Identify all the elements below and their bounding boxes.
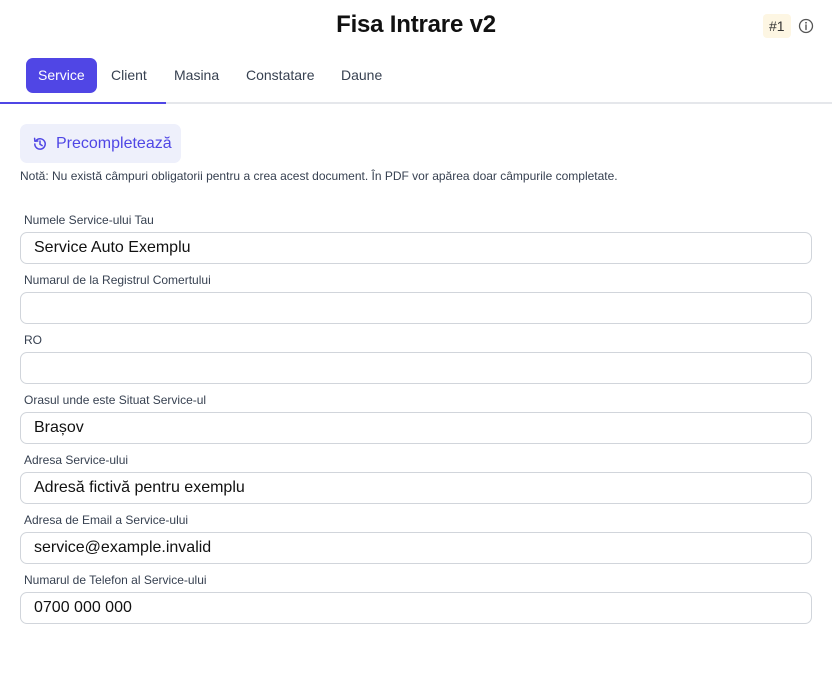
email-label: Adresa de Email a Service-ului — [24, 513, 189, 527]
info-icon[interactable] — [798, 18, 814, 34]
tab-service[interactable]: Service — [26, 58, 97, 93]
header: Fisa Intrare v2 #1 — [0, 0, 832, 52]
history-icon — [33, 137, 46, 150]
tab-daune[interactable]: Daune — [329, 58, 394, 93]
phone-input[interactable] — [20, 592, 812, 624]
prefill-label: Precompletează — [56, 134, 172, 152]
prefill-button[interactable]: Precompletează — [20, 124, 181, 163]
address-input[interactable] — [20, 472, 812, 504]
document-number-badge: #1 — [763, 14, 791, 38]
active-tab-indicator — [0, 102, 166, 104]
trade-register-input[interactable] — [20, 292, 812, 324]
service-name-input[interactable] — [20, 232, 812, 264]
email-input[interactable] — [20, 532, 812, 564]
tab-client[interactable]: Client — [99, 58, 159, 93]
tab-bar: Service Client Masina Constatare Daune — [0, 52, 832, 104]
info-note: Notă: Nu există câmpuri obligatorii pent… — [20, 169, 618, 183]
phone-label: Numarul de Telefon al Service-ului — [24, 573, 207, 587]
trade-register-label: Numarul de la Registrul Comertului — [24, 273, 211, 287]
ro-input[interactable] — [20, 352, 812, 384]
ro-label: RO — [24, 333, 42, 347]
city-label: Orasul unde este Situat Service-ul — [24, 393, 207, 407]
page-title: Fisa Intrare v2 — [336, 11, 496, 38]
service-name-label: Numele Service-ului Tau — [24, 213, 154, 227]
tab-constatare[interactable]: Constatare — [234, 58, 326, 93]
tab-masina[interactable]: Masina — [162, 58, 231, 93]
address-label: Adresa Service-ului — [24, 453, 129, 467]
city-input[interactable] — [20, 412, 812, 444]
